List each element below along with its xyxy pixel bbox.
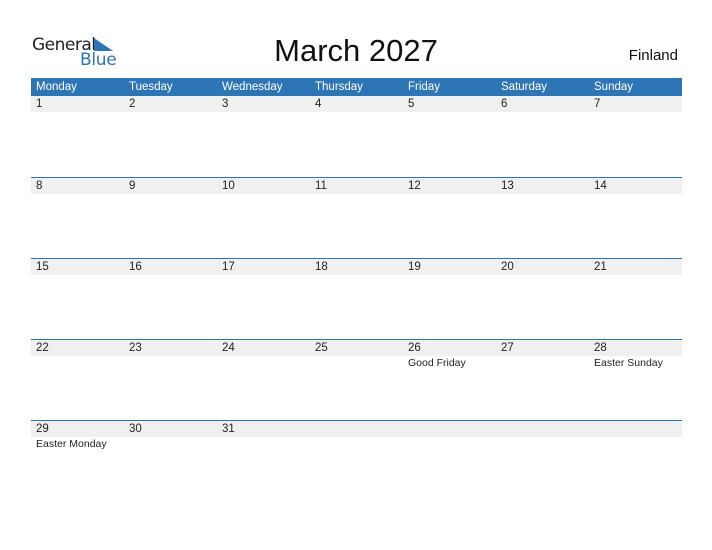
day-cell: 31: [217, 421, 310, 451]
day-number: 13: [501, 180, 514, 192]
weekday-tuesday: Tuesday: [129, 81, 173, 93]
day-number: 29: [36, 423, 49, 435]
day-cell: 28 Easter Sunday: [589, 340, 682, 370]
day-number: 5: [408, 98, 415, 110]
day-cell: 8: [31, 178, 124, 194]
day-number: 18: [315, 261, 328, 273]
holiday-label: Good Friday: [408, 357, 466, 369]
day-cell: 1: [31, 96, 124, 112]
calendar-title: March 2027: [274, 33, 438, 68]
weeks-container: 1 2 3 4 5 6 7 8 9 10 11 12 13 14 15 16 17 18 19 20 21 22 23 24 2…: [31, 96, 682, 501]
day-cell: 19: [403, 259, 496, 275]
day-number: 21: [594, 261, 607, 273]
day-number: [594, 421, 682, 437]
day-cell: 23: [124, 340, 217, 370]
day-number: 1: [36, 98, 43, 110]
week-row: 29 Easter Monday 30 31: [31, 420, 682, 501]
day-number: 10: [222, 180, 235, 192]
weekday-sunday: Sunday: [594, 81, 634, 93]
day-number: 20: [501, 261, 514, 273]
day-cell: 3: [217, 96, 310, 112]
country-label: Finland: [628, 47, 678, 64]
weekday-thursday: Thursday: [315, 81, 363, 93]
day-cell: 18: [310, 259, 403, 275]
week-row: 22 23 24 25 26 Good Friday 27 28 Easter Sunday: [31, 339, 682, 420]
day-cell: 4: [310, 96, 403, 112]
weekday-friday: Friday: [408, 81, 440, 93]
day-number: 23: [129, 342, 142, 354]
week-row: 8 9 10 11 12 13 14: [31, 177, 682, 258]
day-number: 9: [129, 180, 136, 192]
day-cell: 14: [589, 178, 682, 194]
day-number: 19: [408, 261, 421, 273]
weekday-saturday: Saturday: [501, 81, 548, 93]
week-cells: 22 23 24 25 26 Good Friday 27 28 Easter Sunday: [31, 340, 682, 370]
day-number: [501, 421, 589, 437]
day-number: 2: [129, 98, 136, 110]
day-number: 31: [222, 423, 235, 435]
day-number: 26: [408, 342, 421, 354]
day-cell: 22: [31, 340, 124, 370]
day-number: 16: [129, 261, 142, 273]
day-cell: 17: [217, 259, 310, 275]
holiday-label: Easter Monday: [36, 438, 107, 450]
day-number: 3: [222, 98, 229, 110]
day-cell: 16: [124, 259, 217, 275]
day-number: 22: [36, 342, 49, 354]
day-cell: 5: [403, 96, 496, 112]
day-cell: 10: [217, 178, 310, 194]
day-cell: 15: [31, 259, 124, 275]
day-cell: 6: [496, 96, 589, 112]
day-cell: 20: [496, 259, 589, 275]
day-number: 12: [408, 180, 421, 192]
week-cells: 29 Easter Monday 30 31: [31, 421, 682, 451]
week-row: 15 16 17 18 19 20 21: [31, 258, 682, 339]
weekday-header: Monday Tuesday Wednesday Thursday Friday…: [31, 78, 682, 96]
day-cell: 12: [403, 178, 496, 194]
day-cell: 27: [496, 340, 589, 370]
day-number: 17: [222, 261, 235, 273]
day-cell: 9: [124, 178, 217, 194]
day-cell: 24: [217, 340, 310, 370]
day-cell: 30: [124, 421, 217, 451]
day-number: 4: [315, 98, 322, 110]
week-cells: 8 9 10 11 12 13 14: [31, 178, 682, 194]
day-cell: 11: [310, 178, 403, 194]
day-number: 25: [315, 342, 328, 354]
day-cell: [310, 421, 403, 451]
day-number: 27: [501, 342, 514, 354]
day-cell: 26 Good Friday: [403, 340, 496, 370]
day-number: 6: [501, 98, 508, 110]
day-number: 15: [36, 261, 49, 273]
calendar-grid: Monday Tuesday Wednesday Thursday Friday…: [31, 78, 682, 501]
week-cells: 15 16 17 18 19 20 21: [31, 259, 682, 275]
day-number: 8: [36, 180, 43, 192]
week-cells: 1 2 3 4 5 6 7: [31, 96, 682, 112]
weekday-monday: Monday: [36, 81, 77, 93]
day-number: 24: [222, 342, 235, 354]
weekday-wednesday: Wednesday: [222, 81, 283, 93]
day-cell: [403, 421, 496, 451]
day-cell: 29 Easter Monday: [31, 421, 124, 451]
day-number: 30: [129, 423, 142, 435]
day-number: 28: [594, 342, 607, 354]
day-cell: 2: [124, 96, 217, 112]
day-number: [315, 421, 403, 437]
day-number: [408, 421, 496, 437]
day-cell: [496, 421, 589, 451]
day-number: 7: [594, 98, 601, 110]
day-cell: [589, 421, 682, 451]
day-cell: 21: [589, 259, 682, 275]
day-cell: 25: [310, 340, 403, 370]
day-cell: 13: [496, 178, 589, 194]
day-cell: 7: [589, 96, 682, 112]
week-row: 1 2 3 4 5 6 7: [31, 96, 682, 177]
day-number: 11: [315, 180, 327, 192]
holiday-label: Easter Sunday: [594, 357, 663, 369]
day-number: 14: [594, 180, 607, 192]
